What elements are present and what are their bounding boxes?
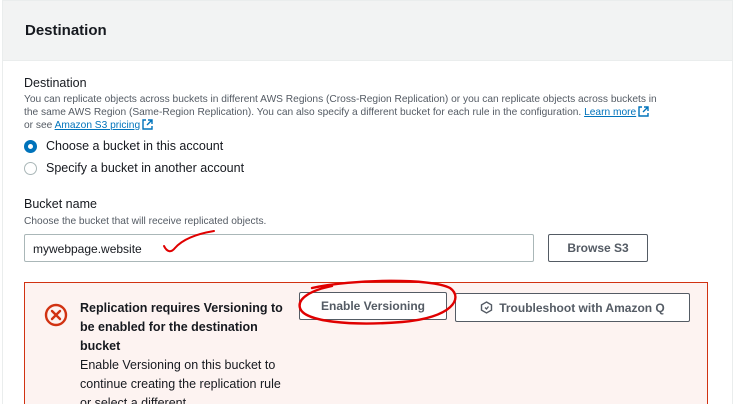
radio-button-selected[interactable] xyxy=(24,139,37,153)
radio-another-account[interactable]: Specify a bucket in another account xyxy=(24,161,244,175)
pricing-link[interactable]: Amazon S3 pricing xyxy=(55,120,141,131)
destination-description: You can replicate objects across buckets… xyxy=(24,93,714,132)
radio-button[interactable] xyxy=(24,161,37,175)
learn-more-link[interactable]: Learn more xyxy=(584,107,636,118)
amazon-q-icon xyxy=(481,301,493,314)
bucket-name-description: Choose the bucket that will receive repl… xyxy=(24,216,267,227)
troubleshoot-label: Troubleshoot with Amazon Q xyxy=(499,300,665,315)
panel-header: Destination xyxy=(3,1,732,61)
radio-label: Choose a bucket in this account xyxy=(46,139,224,153)
alert-body: Enable Versioning on this bucket to cont… xyxy=(80,358,281,404)
bucket-name-input[interactable]: mywebpage.website xyxy=(24,234,534,262)
destination-label: Destination xyxy=(24,76,87,90)
alert-title: Replication requires Versioning to be en… xyxy=(80,301,283,353)
troubleshoot-amazon-q-button[interactable]: Troubleshoot with Amazon Q xyxy=(455,293,690,322)
radio-label: Specify a bucket in another account xyxy=(46,161,245,175)
panel-title: Destination xyxy=(25,22,107,39)
browse-s3-button[interactable]: Browse S3 xyxy=(548,234,648,262)
radio-this-account[interactable]: Choose a bucket in this account xyxy=(24,139,223,153)
bucket-name-label: Bucket name xyxy=(24,197,97,211)
external-link-icon xyxy=(142,119,153,130)
enable-versioning-button[interactable]: Enable Versioning xyxy=(299,292,447,320)
destination-description-line2: the same AWS Region (Same-Region Replica… xyxy=(24,106,714,119)
external-link-icon xyxy=(638,106,649,117)
error-x-icon xyxy=(44,303,68,327)
destination-description-line1: You can replicate objects across buckets… xyxy=(24,94,657,105)
bucket-name-value: mywebpage.website xyxy=(33,242,142,256)
destination-description-line3: or see Amazon S3 pricing xyxy=(24,119,714,132)
